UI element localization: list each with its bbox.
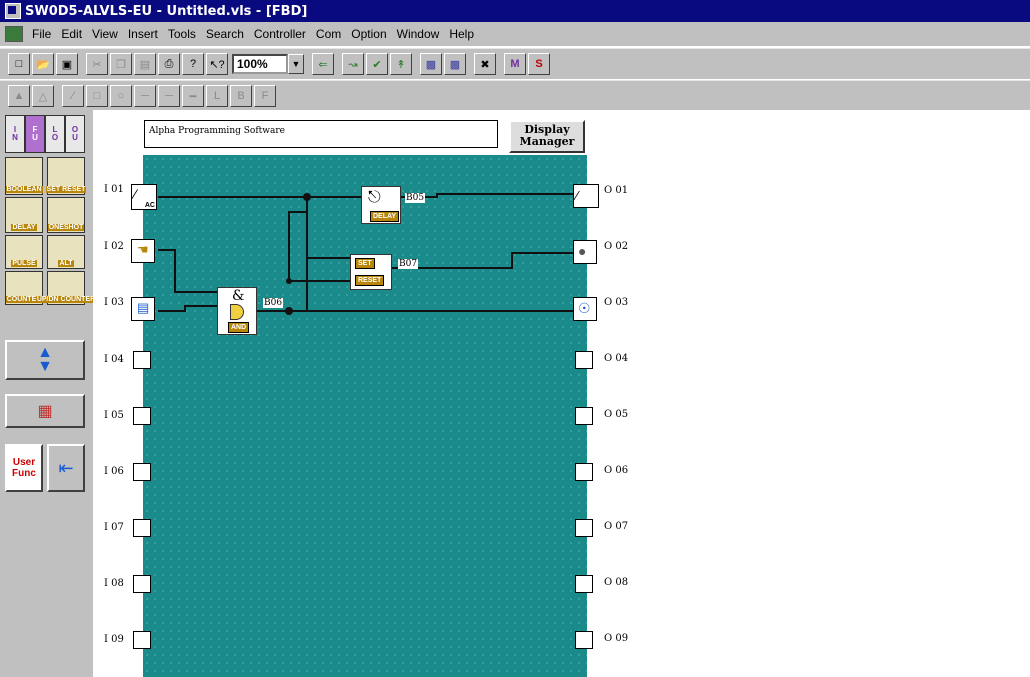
input-label-06: I 06 [104, 466, 124, 477]
delay-block-id: B05 [405, 193, 426, 203]
input-label-05: I 05 [104, 410, 124, 421]
setreset-block-id: B07 [398, 259, 419, 269]
delay-block[interactable]: ⎋ DELAY [361, 186, 401, 224]
output-label-01: O 01 [604, 185, 629, 196]
input-i07[interactable] [133, 519, 151, 537]
pulse-icon: ⎋ [368, 189, 381, 206]
output-o02-lamp[interactable]: ● [573, 240, 597, 264]
wire-sr-o02 [392, 252, 576, 269]
output-o03-motor[interactable]: ☉ [573, 297, 597, 321]
input-label-09: I 09 [104, 634, 124, 645]
output-label-08: O 08 [604, 577, 629, 588]
output-label-03: O 03 [604, 297, 629, 308]
sensor-icon: ☚ [137, 242, 149, 257]
output-label-06: O 06 [604, 465, 629, 476]
output-o01-relay[interactable]: ∕ [573, 184, 599, 208]
input-label-07: I 07 [104, 522, 124, 533]
output-label-05: O 05 [604, 409, 629, 420]
output-label-02: O 02 [604, 241, 629, 252]
lamp-icon: ● [578, 243, 587, 259]
input-i06[interactable] [133, 463, 151, 481]
setreset-block[interactable]: SET RESET [350, 254, 392, 290]
input-label-03: I 03 [104, 297, 124, 308]
junction-dot [285, 307, 293, 315]
input-label-04: I 04 [104, 354, 124, 365]
output-o07[interactable] [575, 519, 593, 537]
and-gate-icon [230, 304, 244, 320]
and-block[interactable]: & AND [217, 287, 257, 335]
and-block-id: B06 [263, 298, 284, 308]
output-o04[interactable] [575, 351, 593, 369]
input-i05[interactable] [133, 407, 151, 425]
input-label-01: I 01 [104, 184, 124, 195]
input-i01-ac-switch[interactable]: ∕ AC [131, 184, 157, 210]
input-i03-device[interactable]: ▤ [131, 297, 155, 321]
junction-dot [286, 278, 292, 284]
input-i09[interactable] [133, 631, 151, 649]
relay-contact-icon: ∕ [576, 188, 579, 203]
wire-set [306, 212, 350, 259]
device-icon: ▤ [137, 300, 150, 315]
input-i04[interactable] [133, 351, 151, 369]
output-o09[interactable] [575, 631, 593, 649]
input-i08[interactable] [133, 575, 151, 593]
wire-reset-branch [288, 211, 307, 281]
wiring-diagram [158, 193, 576, 315]
wire-i03-and [158, 305, 217, 312]
switch-icon: ∕ [134, 186, 137, 202]
output-label-09: O 09 [604, 633, 629, 644]
wire-i02-and [158, 249, 217, 293]
motor-icon: ☉ [578, 300, 591, 316]
input-label-02: I 02 [104, 241, 124, 252]
wire-delay-o01 [400, 193, 576, 198]
input-i02-sensor[interactable]: ☚ [131, 239, 155, 263]
output-o08[interactable] [575, 575, 593, 593]
output-label-07: O 07 [604, 521, 629, 532]
input-label-08: I 08 [104, 578, 124, 589]
output-o06[interactable] [575, 463, 593, 481]
output-label-04: O 04 [604, 353, 629, 364]
junction-dot [303, 193, 311, 201]
output-o05[interactable] [575, 407, 593, 425]
